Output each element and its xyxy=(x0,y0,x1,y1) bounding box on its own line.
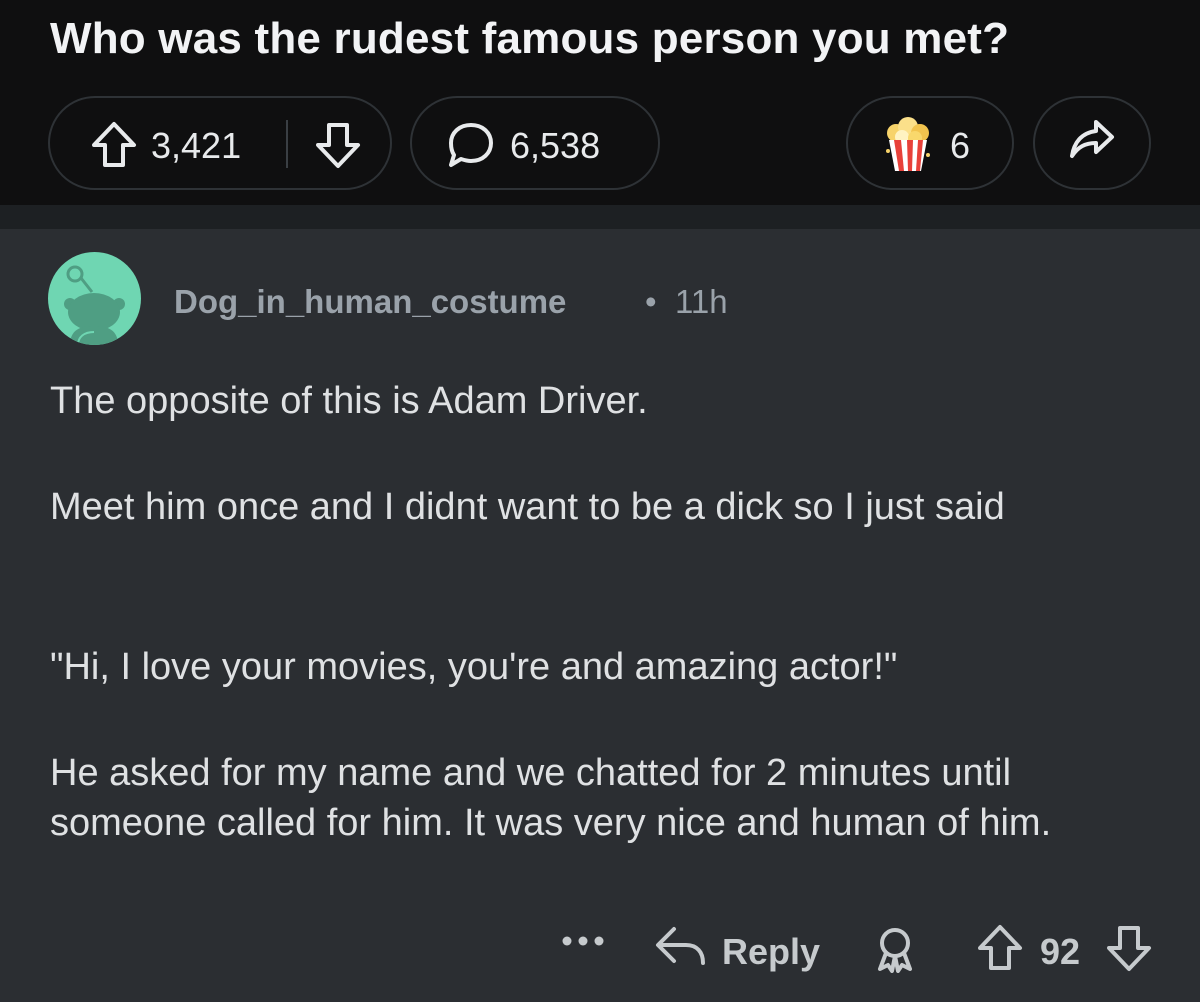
comments-button[interactable]: 6,538 xyxy=(410,96,660,190)
avatar[interactable] xyxy=(48,252,141,345)
comment-count: 6,538 xyxy=(510,125,601,166)
comment-paragraph: Meet him once and I didnt want to be a d… xyxy=(50,486,1005,528)
downvote-icon[interactable] xyxy=(314,120,362,179)
comment-score: 92 xyxy=(1040,931,1081,972)
comment-paragraph: "Hi, I love your movies, you're and amaz… xyxy=(50,646,898,688)
comment-upvote-icon[interactable] xyxy=(976,923,1024,978)
upvote-count: 3,421 xyxy=(151,125,242,166)
comment-paragraph: He asked for my name and we chatted for … xyxy=(50,752,1052,844)
vote-pill: 3,421 xyxy=(48,96,392,190)
comment-bubble-icon xyxy=(446,121,496,178)
comment-card: Dog_in_human_costume • 11h The opposite … xyxy=(0,229,1200,1002)
post-title[interactable]: Who was the rudest famous person you met… xyxy=(50,14,1009,64)
reply-arrow-icon[interactable] xyxy=(652,923,708,976)
post-header: Who was the rudest famous person you met… xyxy=(0,0,1200,205)
popcorn-award-icon xyxy=(880,115,936,184)
section-divider xyxy=(0,205,1200,229)
comment-downvote-icon[interactable] xyxy=(1105,923,1153,978)
meta-separator: • xyxy=(645,283,657,320)
more-dots-icon[interactable] xyxy=(560,934,606,953)
comment-author[interactable]: Dog_in_human_costume xyxy=(174,283,566,321)
comment-paragraph: The opposite of this is Adam Driver. xyxy=(50,380,648,422)
comment-actions: Reply 92 xyxy=(0,229,1200,1002)
upvote-icon[interactable] xyxy=(90,120,138,179)
vote-divider xyxy=(286,120,288,168)
award-ribbon-icon[interactable] xyxy=(872,925,918,978)
share-arrow-icon xyxy=(1067,116,1117,171)
award-count: 6 xyxy=(950,125,971,166)
awards-button[interactable]: 6 xyxy=(846,96,1014,190)
reply-button[interactable]: Reply xyxy=(722,931,820,973)
share-button[interactable] xyxy=(1033,96,1151,190)
comment-time: 11h xyxy=(675,283,728,320)
